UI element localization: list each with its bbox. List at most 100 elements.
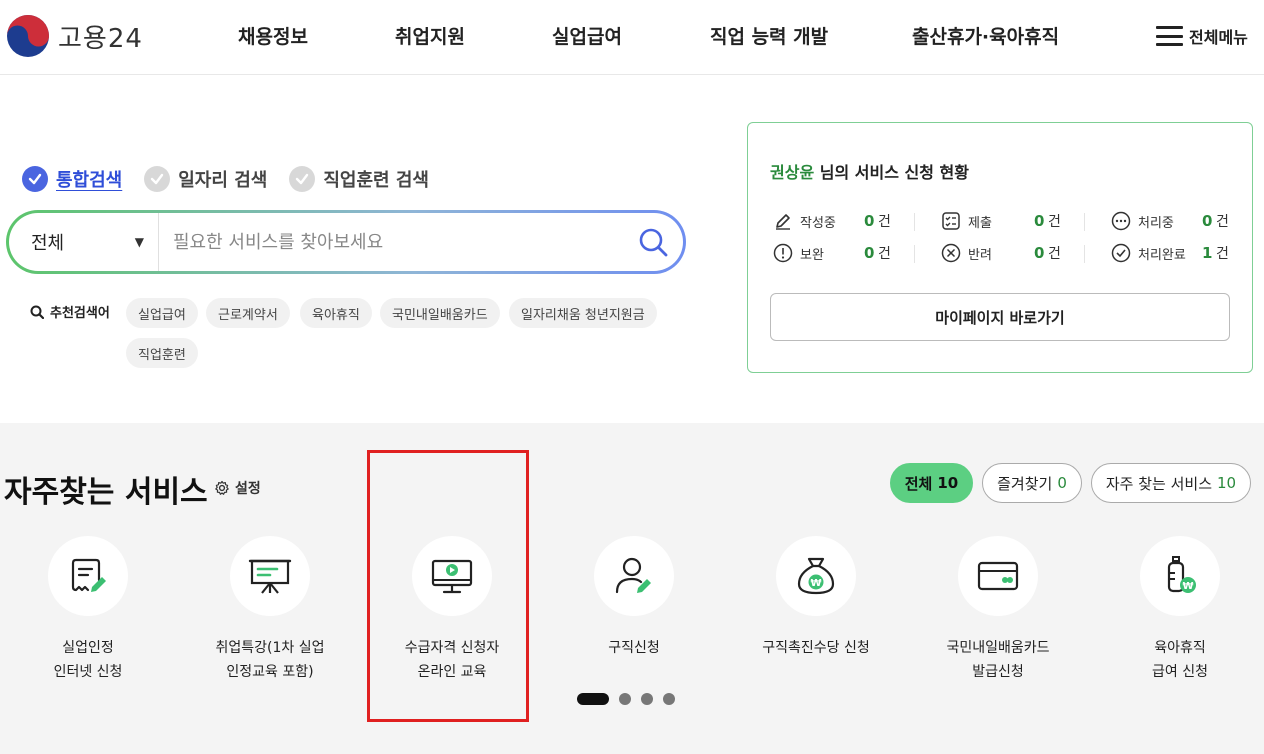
stat-rejected[interactable]: 반려 0 건 bbox=[940, 242, 1070, 264]
search-button[interactable] bbox=[623, 213, 683, 271]
frequent-services-section: 자주찾는 서비스 설정 전체 10 즐겨찾기 0 자주 찾는 서비스 10 실업인정 인… bbox=[0, 423, 1264, 754]
carousel-dot[interactable] bbox=[619, 693, 631, 705]
baby-bottle-won-icon: ₩ bbox=[1167, 556, 1196, 593]
service-item-employment-lecture[interactable]: 취업특강(1차 실업 인정교육 포함) bbox=[180, 536, 360, 684]
checklist-icon bbox=[940, 210, 962, 232]
service-item-unemployment-recognition[interactable]: 실업인정 인터넷 신청 bbox=[0, 536, 178, 684]
service-item-job-seeking[interactable]: 구직신청 bbox=[544, 536, 724, 660]
monitor-play-icon bbox=[431, 559, 473, 594]
mypage-button[interactable]: 마이페이지 바로가기 bbox=[770, 293, 1230, 341]
logo[interactable]: 고용24 bbox=[6, 14, 143, 58]
keyword-chip[interactable]: 일자리채움 청년지원금 bbox=[509, 298, 657, 328]
service-icon-circle bbox=[958, 536, 1038, 616]
search-box-inner: 전체 ▼ bbox=[9, 213, 683, 271]
filter-frequent[interactable]: 자주 찾는 서비스 10 bbox=[1091, 463, 1251, 503]
divider bbox=[1084, 245, 1085, 263]
filter-favorites[interactable]: 즐겨찾기 0 bbox=[982, 463, 1082, 503]
tab-job-search[interactable]: 일자리 검색 bbox=[144, 166, 267, 192]
search-icon bbox=[639, 228, 668, 257]
divider bbox=[914, 245, 915, 263]
stat-unit: 건 bbox=[878, 214, 891, 230]
service-label: 구직신청 bbox=[608, 640, 660, 656]
search-box: 전체 ▼ bbox=[6, 210, 686, 274]
nav-item-vocational-training[interactable]: 직업 능력 개발 bbox=[710, 22, 828, 49]
keyword-chip[interactable]: 육아휴직 bbox=[300, 298, 372, 328]
all-menu-button[interactable]: 전체메뉴 bbox=[1156, 24, 1248, 48]
receipt-pencil-icon bbox=[71, 558, 106, 592]
service-icon-circle bbox=[48, 536, 128, 616]
credit-card-icon bbox=[977, 561, 1019, 591]
x-circle-icon bbox=[940, 242, 962, 264]
filter-all[interactable]: 전체 10 bbox=[890, 463, 973, 503]
service-item-online-education[interactable]: 수급자격 신청자 온라인 교육 bbox=[362, 536, 542, 684]
keyword-chip[interactable]: 국민내일배움카드 bbox=[380, 298, 500, 328]
stat-label: 처리중 bbox=[1138, 215, 1174, 231]
stat-count: 0 bbox=[1034, 244, 1045, 262]
stat-processing[interactable]: 처리중 0 건 bbox=[1110, 210, 1240, 232]
nav-item-parental-leave[interactable]: 출산휴가·육아휴직 bbox=[912, 22, 1059, 49]
money-bag-won-icon: ₩ bbox=[797, 557, 835, 595]
stat-drafting[interactable]: 작성중 0 건 bbox=[772, 210, 902, 232]
svg-text:₩: ₩ bbox=[810, 578, 821, 589]
logo-text: 고용24 bbox=[58, 23, 143, 54]
stat-unit: 건 bbox=[1048, 246, 1061, 262]
filter-count: 10 bbox=[1217, 474, 1237, 492]
person-pencil-icon bbox=[615, 557, 651, 594]
check-icon bbox=[22, 166, 48, 192]
keyword-chip[interactable]: 실업급여 bbox=[126, 298, 198, 328]
tab-training-search[interactable]: 직업훈련 검색 bbox=[289, 166, 429, 192]
stat-count: 0 bbox=[1034, 212, 1045, 230]
carousel-dot[interactable] bbox=[641, 693, 653, 705]
stat-supplement[interactable]: 보완 0 건 bbox=[772, 242, 902, 264]
exclamation-icon bbox=[772, 242, 794, 264]
presentation-board-icon bbox=[248, 559, 292, 594]
svg-text:₩: ₩ bbox=[1182, 581, 1193, 592]
settings-button[interactable]: 설정 bbox=[214, 478, 261, 498]
filter-label: 전체 bbox=[904, 474, 933, 493]
recommend-label: 추천검색어 bbox=[30, 302, 110, 321]
service-item-parental-leave-benefit[interactable]: ₩ 육아휴직 급여 신청 bbox=[1090, 536, 1264, 684]
service-label: 수급자격 신청자 온라인 교육 bbox=[404, 640, 500, 680]
nav-item-jobs[interactable]: 채용정보 bbox=[238, 22, 308, 49]
search-input[interactable] bbox=[159, 213, 623, 271]
taegeuk-logo-icon bbox=[7, 15, 49, 57]
carousel-dot-active[interactable] bbox=[577, 693, 609, 705]
service-icon-circle bbox=[412, 536, 492, 616]
service-icon-circle bbox=[594, 536, 674, 616]
service-icon-circle: ₩ bbox=[776, 536, 856, 616]
search-tabs: 통합검색 일자리 검색 직업훈련 검색 bbox=[22, 166, 451, 192]
stat-label: 작성중 bbox=[800, 215, 836, 231]
stat-label: 처리완료 bbox=[1138, 247, 1186, 263]
stat-unit: 건 bbox=[1216, 246, 1229, 262]
nav-item-unemployment-benefit[interactable]: 실업급여 bbox=[552, 22, 622, 49]
stat-submitted[interactable]: 제출 0 건 bbox=[940, 210, 1070, 232]
more-dots-icon bbox=[1110, 210, 1132, 232]
service-icon-circle bbox=[230, 536, 310, 616]
keyword-chip[interactable]: 근로계약서 bbox=[206, 298, 290, 328]
search-icon bbox=[30, 305, 44, 319]
stat-label: 반려 bbox=[968, 247, 992, 263]
keyword-chip[interactable]: 직업훈련 bbox=[126, 338, 198, 368]
status-title: 권상윤 님의 서비스 신청 현황 bbox=[770, 159, 969, 183]
recommend-label-text: 추천검색어 bbox=[50, 306, 110, 321]
service-item-learning-card[interactable]: 국민내일배움카드 발급신청 bbox=[908, 536, 1088, 684]
stat-unit: 건 bbox=[1048, 214, 1061, 230]
stat-label: 제출 bbox=[968, 215, 992, 231]
hamburger-icon bbox=[1156, 26, 1183, 46]
carousel-dot[interactable] bbox=[663, 693, 675, 705]
header: 고용24 채용정보 취업지원 실업급여 직업 능력 개발 출산휴가·육아휴직 전… bbox=[0, 0, 1264, 75]
service-item-job-allowance[interactable]: ₩ 구직촉진수당 신청 bbox=[726, 536, 906, 660]
filter-label: 즐겨찾기 bbox=[997, 474, 1053, 493]
divider bbox=[914, 213, 915, 231]
caret-down-icon: ▼ bbox=[134, 235, 144, 249]
stat-completed[interactable]: 처리완료 1 건 bbox=[1110, 242, 1240, 264]
tab-integrated-search[interactable]: 통합검색 bbox=[22, 166, 122, 192]
service-label: 실업인정 인터넷 신청 bbox=[53, 640, 123, 680]
divider bbox=[1084, 213, 1085, 231]
service-label: 구직촉진수당 신청 bbox=[762, 640, 870, 656]
filter-count: 10 bbox=[937, 474, 959, 492]
stat-unit: 건 bbox=[1216, 214, 1229, 230]
search-category-select[interactable]: 전체 ▼ bbox=[9, 213, 159, 271]
nav-item-employment-support[interactable]: 취업지원 bbox=[395, 22, 465, 49]
service-status-panel: 권상윤 님의 서비스 신청 현황 작성중 0 건 제출 0 건 처리중 0 건 … bbox=[747, 122, 1253, 373]
